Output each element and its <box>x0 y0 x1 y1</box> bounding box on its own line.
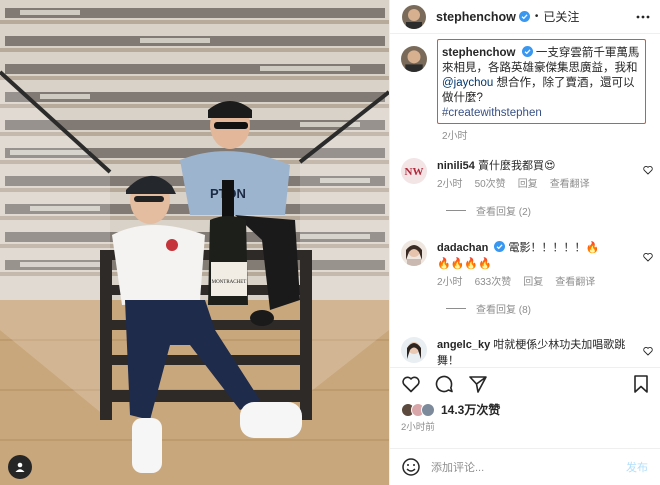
post-timestamp: 2小时前 <box>401 422 435 433</box>
likes-summary[interactable]: 14.3万次赞 <box>401 401 500 418</box>
post-header: stephenchow • 已关注 <box>390 0 660 34</box>
emoji-icon[interactable] <box>401 457 421 477</box>
author-avatar[interactable] <box>402 4 426 29</box>
photo-illustration: PTON MONTRACHET <box>0 0 389 485</box>
comment-text-line2: 🔥🔥🔥🔥 <box>437 258 492 270</box>
comments-divider <box>389 367 660 368</box>
heart-icon[interactable] <box>643 252 653 262</box>
post-caption: stephenchow 一支穿雲箭千軍萬馬來相見，各路英雄豪傑集思廣益，我和 @… <box>442 46 642 121</box>
user-tag-button[interactable] <box>8 455 32 479</box>
view-replies-button[interactable]: 查看回复 (2) <box>446 203 641 218</box>
comment-username[interactable]: angelc_ky <box>437 339 490 351</box>
verified-badge-icon <box>521 46 533 57</box>
user-tag-icon <box>15 462 25 472</box>
view-replies-label: 查看回复 (2) <box>476 207 531 218</box>
comment-text: 電影！！！！！🔥 <box>508 242 600 254</box>
heart-icon[interactable] <box>643 346 653 356</box>
comment-item: dadachan 電影！！！！！🔥 🔥🔥🔥🔥 2小时 633次赞 回复 查看翻译… <box>401 240 653 316</box>
translate-button[interactable]: 查看翻译 <box>550 177 590 193</box>
bookmark-icon[interactable] <box>631 374 651 394</box>
commenter-avatar[interactable] <box>401 240 427 266</box>
post-comment-button[interactable]: 发布 <box>626 459 648 475</box>
view-replies-label: 查看回复 (8) <box>476 305 531 316</box>
liker-avatar <box>421 402 435 417</box>
comment-icon[interactable] <box>434 374 454 394</box>
share-icon[interactable] <box>468 374 488 394</box>
comment-text: 賣什麼我都買😍 <box>477 160 556 172</box>
verified-badge-icon <box>518 11 530 22</box>
post-action-bar <box>401 374 649 396</box>
caption-time: 2小时 <box>442 131 468 142</box>
author-username[interactable]: stephenchow <box>436 10 516 24</box>
follow-status-button[interactable]: 已关注 <box>543 8 579 25</box>
svg-text:NW: NW <box>405 166 424 178</box>
replies-divider-line <box>446 308 466 309</box>
caption-username[interactable]: stephenchow <box>442 47 515 59</box>
comment-input[interactable]: 添加评论... <box>431 459 616 475</box>
comment-item: angelc_ky 咁就梗係少林功夫加唱歌跳舞！ <box>401 337 653 369</box>
commenter-avatar[interactable]: NW <box>401 158 427 184</box>
view-replies-button[interactable]: 查看回复 (8) <box>446 301 641 316</box>
heart-icon[interactable] <box>643 165 653 175</box>
add-comment-bar: 添加评论... 发布 <box>389 449 660 485</box>
caption-hashtag-link[interactable]: #createwithstephen <box>442 106 642 121</box>
caption-mention-link[interactable]: @jaychou <box>442 77 493 89</box>
verified-badge-icon <box>494 241 506 252</box>
commenter-avatar[interactable] <box>401 337 427 363</box>
comment-time: 2小时 <box>437 277 463 288</box>
reply-button[interactable]: 回复 <box>518 177 538 193</box>
comment-username[interactable]: dadachan <box>437 242 488 254</box>
replies-divider-line <box>446 210 466 211</box>
bottle-label-text: MONTRACHET <box>212 280 247 285</box>
post-photo[interactable]: PTON MONTRACHET <box>0 0 389 485</box>
comment-likes[interactable]: 50次赞 <box>475 177 506 193</box>
heart-icon[interactable] <box>401 374 421 394</box>
comment-username[interactable]: ninili54 <box>437 160 475 172</box>
comment-time: 2小时 <box>437 179 463 190</box>
caption-author-avatar[interactable] <box>401 46 427 72</box>
likes-count[interactable]: 14.3万次赞 <box>441 401 500 418</box>
separator-dot: • <box>534 11 539 22</box>
translate-button[interactable]: 查看翻译 <box>555 275 595 291</box>
comment-likes[interactable]: 633次赞 <box>475 275 512 291</box>
more-horizontal-icon[interactable] <box>635 9 651 25</box>
comment-item: NW ninili54 賣什麼我都買😍 2小时 50次赞 回复 查看翻译 查看回… <box>401 158 653 218</box>
reply-button[interactable]: 回复 <box>523 275 543 291</box>
